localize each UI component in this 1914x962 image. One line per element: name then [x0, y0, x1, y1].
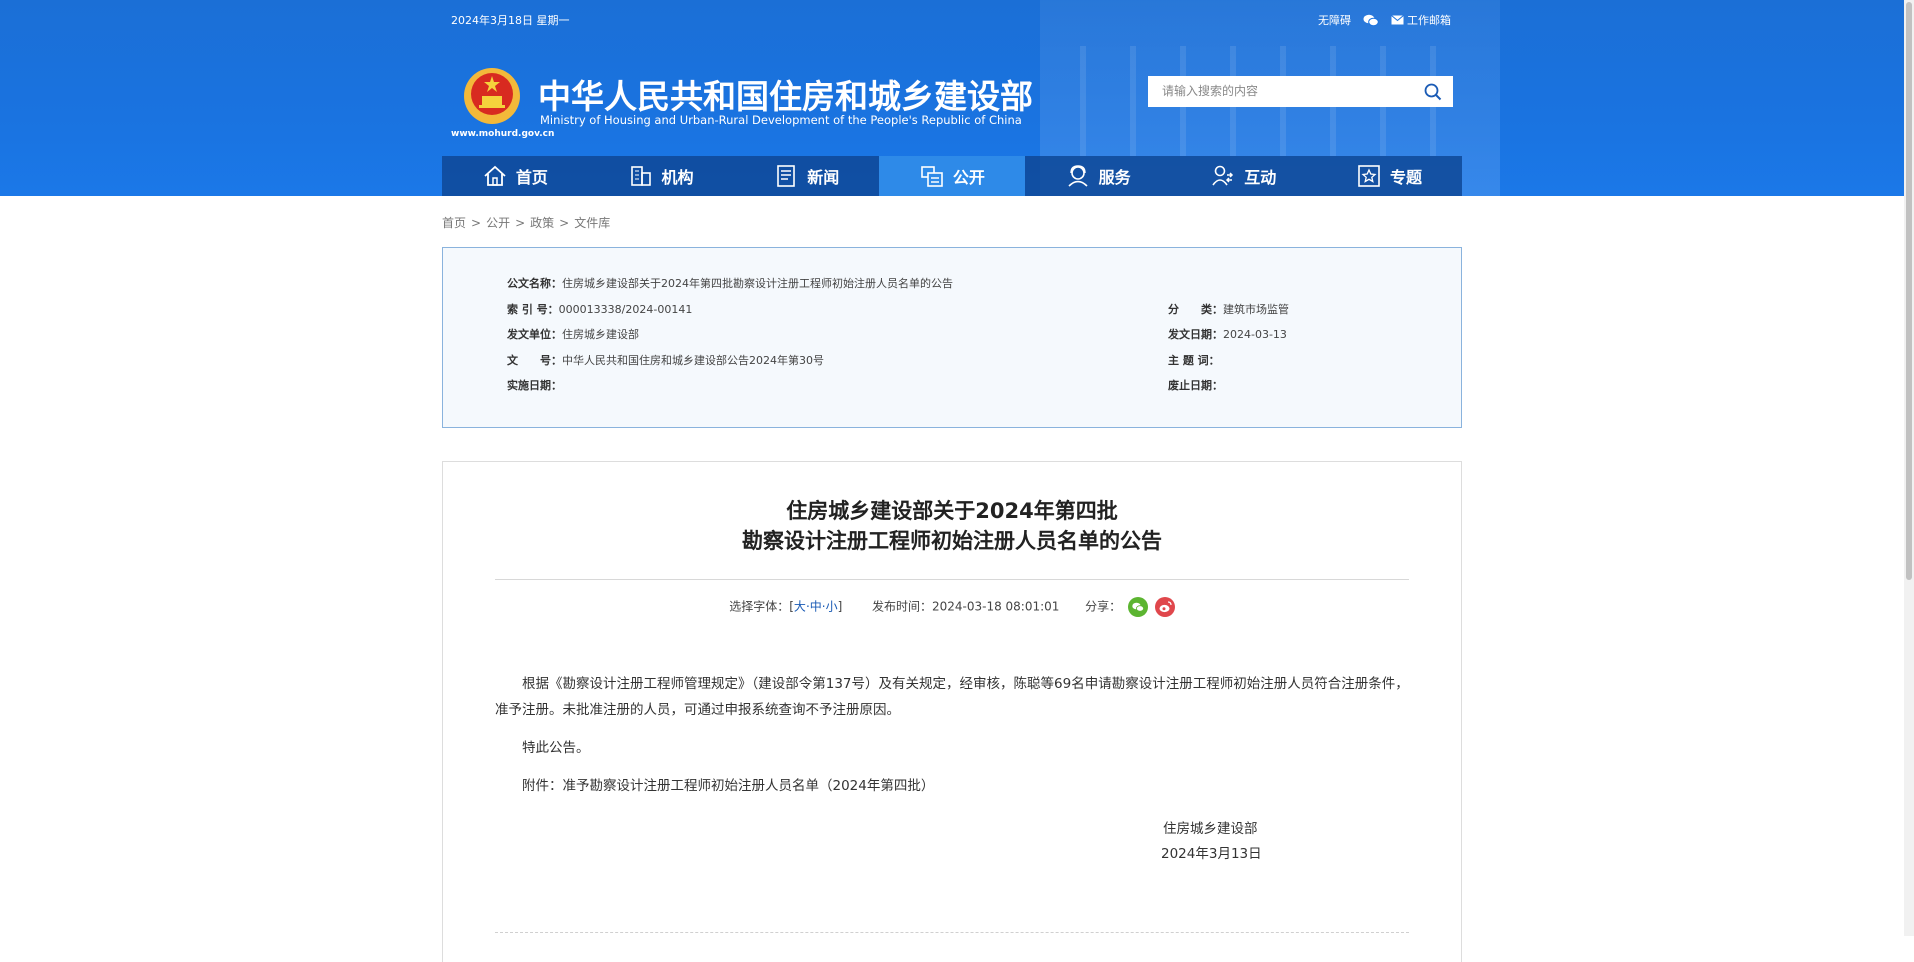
nav-item-news[interactable]: 新闻 [733, 156, 879, 196]
article-title-line2: 勘察设计注册工程师初始注册人员名单的公告 [742, 529, 1162, 553]
font-medium-button[interactable]: 中 [810, 600, 822, 614]
site-title[interactable]: 中华人民共和国住房和城乡建设部 [538, 70, 1033, 118]
mail-icon [1391, 15, 1404, 25]
font-size-label: 选择字体：[ [729, 599, 794, 614]
breadcrumb: 首页 > 公开 > 政策 > 文件库 [442, 214, 615, 231]
open-icon [921, 166, 943, 187]
breadcrumb-policy[interactable]: 政策 [530, 216, 554, 230]
title-divider [495, 579, 1409, 580]
meta-expire-date: 废止日期： [1168, 379, 1223, 392]
signature-org: 住房城乡建设部 [1163, 821, 1258, 837]
meta-issuer: 发文单位：住房城乡建设部 [507, 328, 639, 341]
share-label: 分享： [1085, 599, 1122, 614]
article-body-paragraph-1: 根据《勘察设计注册工程师管理规定》（建设部令第137号）及有关规定，经审核，陈聪… [495, 676, 1409, 718]
font-large-button[interactable]: 大 [794, 600, 806, 614]
nav-item-home[interactable]: 首页 [442, 156, 588, 196]
site-header: 2024年3月18日 星期一 无障碍 工作邮箱 www.mohurd.gov.c… [0, 0, 1904, 196]
breadcrumb-separator: > [515, 216, 526, 230]
breadcrumb-open[interactable]: 公开 [486, 216, 510, 230]
publish-time-label: 发布时间： [871, 599, 932, 614]
nav-item-open[interactable]: 公开 [879, 156, 1025, 196]
share-weibo-icon[interactable] [1154, 597, 1175, 617]
top-links: 无障碍 工作邮箱 [1318, 12, 1451, 28]
site-url: www.mohurd.gov.cn [451, 129, 555, 139]
interact-icon [1212, 165, 1234, 186]
nav-label: 专题 [1389, 168, 1422, 187]
breadcrumb-separator: > [559, 216, 570, 230]
article-title-line1: 住房城乡建设部关于2024年第四批 [786, 499, 1118, 523]
current-date: 2024年3月18日 星期一 [451, 14, 570, 27]
site-title-english: Ministry of Housing and Urban-Rural Deve… [540, 113, 1022, 127]
meta-index: 索 引 号：000013338/2024-00141 [507, 303, 693, 316]
accessibility-link[interactable]: 无障碍 [1318, 12, 1351, 28]
meta-doc-number: 文 号：中华人民共和国住房和城乡建设部公告2024年第30号 [507, 354, 824, 367]
home-icon [484, 165, 506, 186]
search-icon[interactable] [1423, 82, 1443, 102]
search-box [1148, 76, 1453, 107]
main-nav: 首页 机构 新闻 公开 服务 互动 专题 [442, 156, 1462, 196]
national-emblem-icon[interactable] [462, 66, 522, 130]
article-panel: 住房城乡建设部关于2024年第四批 勘察设计注册工程师初始注册人员名单的公告 选… [442, 461, 1462, 962]
nav-label: 互动 [1244, 168, 1277, 187]
breadcrumb-home[interactable]: 首页 [442, 216, 466, 230]
breadcrumb-library[interactable]: 文件库 [574, 216, 610, 230]
building-icon [630, 166, 651, 186]
document-meta-box: 公文名称：住房城乡建设部关于2024年第四批勘察设计注册工程师初始注册人员名单的… [442, 247, 1462, 428]
news-icon [777, 165, 796, 187]
nav-label: 新闻 [807, 168, 840, 187]
work-email-label: 工作邮箱 [1407, 14, 1451, 27]
nav-item-organization[interactable]: 机构 [588, 156, 734, 196]
nav-item-interact[interactable]: 互动 [1170, 156, 1316, 196]
font-size-close: ] [837, 599, 843, 614]
topic-icon [1358, 165, 1380, 187]
meta-category: 分 类：建筑市场监管 [1168, 303, 1289, 316]
wechat-icon[interactable] [1363, 14, 1379, 27]
page-scrollbar[interactable] [1904, 0, 1914, 936]
article-toolbar: 选择字体：[大·中·小] 发布时间：2024-03-18 08:01:01 分享… [443, 597, 1461, 617]
font-small-button[interactable]: 小 [826, 600, 838, 614]
meta-effective-date: 实施日期： [507, 379, 562, 392]
share-wechat-icon[interactable] [1127, 597, 1148, 617]
bottom-divider [495, 932, 1409, 934]
nav-label: 机构 [661, 168, 694, 187]
nav-item-topics[interactable]: 专题 [1316, 156, 1462, 196]
nav-label: 公开 [952, 168, 985, 187]
service-icon [1068, 165, 1088, 187]
nav-label: 服务 [1098, 168, 1131, 187]
nav-item-service[interactable]: 服务 [1025, 156, 1171, 196]
article-attachment[interactable]: 附件：准予勘察设计注册工程师初始注册人员名单（2024年第四批） [495, 773, 1409, 799]
publish-time: 2024-03-18 08:01:01 [931, 599, 1060, 614]
meta-keywords: 主 题 词： [1168, 354, 1220, 367]
work-email-link[interactable]: 工作邮箱 [1391, 12, 1451, 28]
breadcrumb-separator: > [471, 216, 482, 230]
scrollbar-thumb[interactable] [1906, 2, 1912, 580]
article-body-paragraph-2: 特此公告。 [522, 740, 590, 756]
signature-date: 2024年3月13日 [1161, 846, 1262, 862]
meta-issue-date: 发文日期：2024-03-13 [1168, 328, 1287, 341]
search-input[interactable] [1160, 83, 1414, 99]
meta-doc-name: 公文名称：住房城乡建设部关于2024年第四批勘察设计注册工程师初始注册人员名单的… [507, 277, 953, 290]
nav-label: 首页 [515, 168, 548, 187]
